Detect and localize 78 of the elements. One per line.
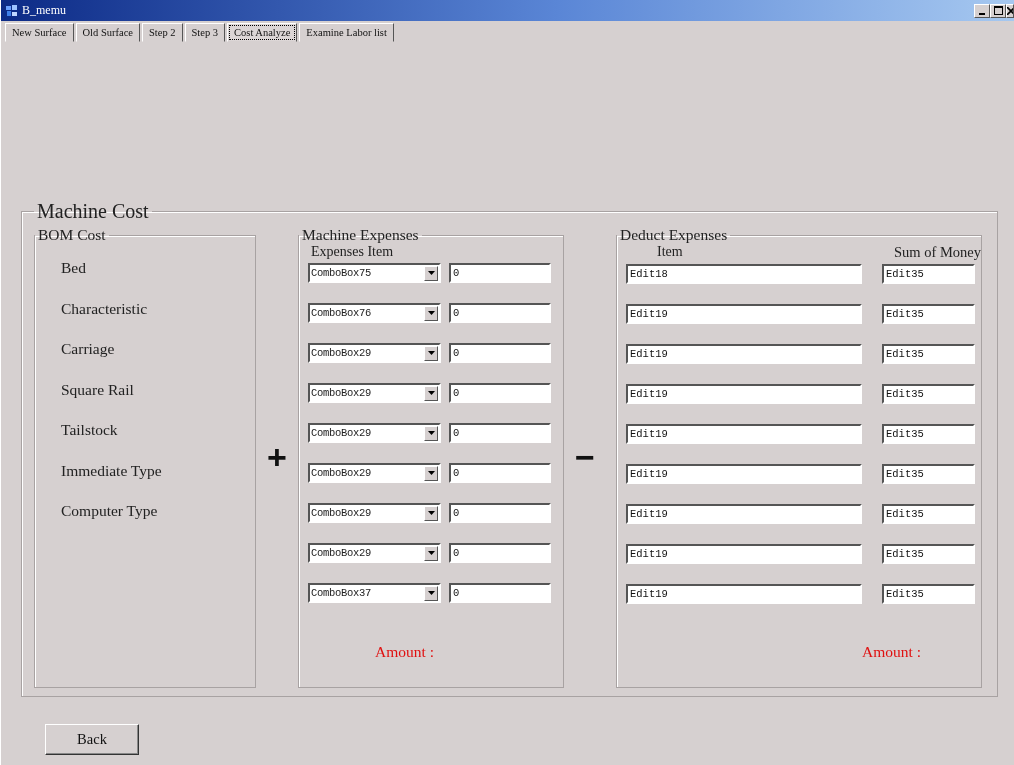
item-label: Immediate Type	[61, 460, 163, 481]
input-field[interactable]: Edit19	[626, 504, 862, 524]
combo-box[interactable]: ComboBox29	[308, 383, 441, 403]
dropdown-arrow-icon	[427, 391, 435, 395]
combo-box[interactable]: ComboBox29	[308, 463, 441, 483]
input-field[interactable]: Edit19	[626, 384, 862, 404]
input-field[interactable]: 0	[449, 463, 551, 483]
dropdown-arrow-icon	[427, 311, 435, 315]
input-field[interactable]: Edit35	[882, 304, 975, 324]
dropdown-arrow-icon	[427, 271, 435, 275]
close-icon	[1007, 6, 1013, 15]
input-field[interactable]: Edit18	[626, 264, 862, 284]
group-title: Machine Expenses	[301, 226, 420, 244]
input-field[interactable]: Edit35	[882, 344, 975, 364]
input-field[interactable]: Edit19	[626, 304, 862, 324]
input-field[interactable]: Edit35	[882, 584, 975, 604]
input-field[interactable]: Edit19	[626, 464, 862, 484]
input-field[interactable]: Edit35	[882, 504, 975, 524]
input-field[interactable]: 0	[449, 383, 551, 403]
input-field[interactable]: Edit19	[626, 424, 862, 444]
app-icon	[5, 3, 19, 18]
combo-box[interactable]: ComboBox29	[308, 423, 441, 443]
dropdown-arrow-icon	[427, 551, 435, 555]
input-field[interactable]: Edit19	[626, 584, 862, 604]
dropdown-arrow-icon	[427, 351, 435, 355]
input-field[interactable]: 0	[449, 423, 551, 443]
combo-box[interactable]: ComboBox76	[308, 303, 441, 323]
maximize-button[interactable]	[990, 3, 1006, 18]
tab[interactable]: Step 2	[141, 23, 183, 42]
combo-box[interactable]: ComboBox29	[308, 343, 441, 363]
item-label: Tailstock	[61, 420, 119, 440]
input-field[interactable]: Edit19	[626, 544, 862, 564]
dropdown-arrow-icon	[427, 591, 435, 595]
column-header: Expenses Item	[310, 244, 395, 260]
amount-label: Amount :	[862, 643, 921, 661]
input-field[interactable]: Edit35	[882, 464, 975, 484]
item-label: Computer Type	[61, 501, 159, 521]
group-title: BOM Cost	[37, 226, 107, 244]
column-header: Sum of Money	[894, 244, 981, 261]
combo-box[interactable]: ComboBox29	[308, 503, 441, 523]
input-field[interactable]: 0	[449, 343, 551, 363]
input-field[interactable]: 0	[449, 263, 551, 283]
input-field[interactable]: 0	[449, 543, 551, 563]
item-label: Square Rail	[61, 379, 135, 400]
tab[interactable]: Old Surface	[75, 23, 140, 42]
amount-label: Amount :	[375, 643, 434, 661]
input-field[interactable]: Edit19	[626, 344, 862, 364]
combo-box[interactable]: ComboBox75	[308, 263, 441, 283]
window-title: B_memu	[22, 3, 66, 18]
plus-sign: +	[267, 440, 287, 474]
combo-box[interactable]: ComboBox29	[308, 543, 441, 563]
minus-sign: −	[575, 440, 595, 474]
input-field[interactable]: 0	[449, 503, 551, 523]
tab[interactable]: Step 3	[184, 23, 226, 42]
combo-box[interactable]: ComboBox37	[308, 583, 441, 603]
item-label: Bed	[61, 258, 87, 278]
back-button[interactable]: Back	[45, 724, 139, 755]
input-field[interactable]: Edit35	[882, 424, 975, 444]
minimize-icon	[979, 12, 985, 15]
close-button[interactable]	[1006, 3, 1014, 18]
dropdown-arrow-icon	[427, 471, 435, 475]
tab[interactable]: Cost Analyze	[227, 23, 298, 42]
input-field[interactable]: 0	[449, 303, 551, 323]
maximize-icon	[993, 6, 1003, 15]
tab[interactable]: Examine Labor list	[299, 23, 394, 42]
column-header: Item	[657, 244, 683, 261]
dropdown-arrow-icon	[427, 511, 435, 515]
item-label: Carriage	[61, 339, 116, 359]
group-title: Deduct Expenses	[619, 226, 729, 244]
item-label: Characteristic	[61, 298, 149, 319]
dropdown-arrow-icon	[427, 431, 435, 435]
group-title: Machine Cost	[36, 200, 150, 223]
input-field[interactable]: Edit35	[882, 264, 975, 284]
input-field[interactable]: Edit35	[882, 544, 975, 564]
minimize-button[interactable]	[974, 3, 990, 18]
input-field[interactable]: 0	[449, 583, 551, 603]
input-field[interactable]: Edit35	[882, 384, 975, 404]
tab[interactable]: New Surface	[5, 23, 74, 42]
